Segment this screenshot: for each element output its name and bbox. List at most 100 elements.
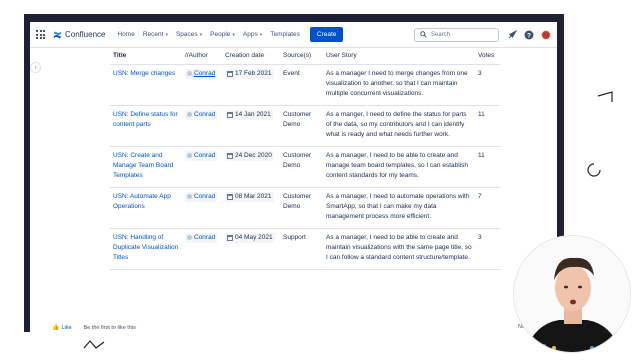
row-votes-cell: 7 xyxy=(475,187,500,229)
chevron-down-icon: ▾ xyxy=(259,31,263,38)
page-properties-table: Title //Author Creation date Source(s) U… xyxy=(110,48,500,270)
create-button[interactable]: Create xyxy=(309,27,344,42)
row-title-link[interactable]: USN: Create and Manage Team Board Templa… xyxy=(113,152,173,179)
date-text: 24 Dec 2020 xyxy=(235,151,272,159)
chevron-down-icon: ▾ xyxy=(232,31,235,38)
nav-recent[interactable]: Recent ▾ xyxy=(143,31,168,38)
row-votes-cell: 11 xyxy=(475,105,500,147)
row-source-cell: Customer Demo xyxy=(280,105,323,147)
row-author-cell: Conrad xyxy=(182,105,222,147)
nav-apps[interactable]: Apps ▾ xyxy=(243,31,262,38)
row-source-cell: Support xyxy=(280,228,323,270)
column-header-creation-date[interactable]: Creation date xyxy=(222,48,280,65)
row-title-cell: USN: Define status for content parts xyxy=(110,105,182,147)
row-story-cell: As a manger, I need to define the status… xyxy=(323,105,475,147)
date-lozenge: 14 Jan 2021 xyxy=(225,109,273,120)
author-mention[interactable]: Conrad xyxy=(185,150,218,161)
nav-spaces[interactable]: Spaces ▾ xyxy=(176,31,202,38)
nav-home-label: Home xyxy=(117,31,135,38)
row-title-link[interactable]: USN: Define status for content parts xyxy=(113,111,178,128)
date-text: 17 Feb 2021 xyxy=(235,69,272,77)
row-source-cell: Event xyxy=(280,64,323,106)
help-icon[interactable]: ? xyxy=(524,30,534,40)
author-name: Conrad xyxy=(194,151,216,159)
confluence-logo-icon xyxy=(53,30,62,39)
row-date-cell: 04 May 2021 xyxy=(222,228,280,270)
thumbs-up-icon: 👍 xyxy=(52,325,60,331)
row-date-cell: 14 Jan 2021 xyxy=(222,105,280,147)
sidebar-expand-button[interactable]: › xyxy=(30,62,41,73)
row-source-cell: Customer Demo xyxy=(280,187,323,229)
nav-recent-label: Recent xyxy=(142,31,164,38)
row-title-link[interactable]: USN: Handling of Duplicate Visualization… xyxy=(113,234,178,261)
author-name: Conrad xyxy=(194,233,216,241)
table-row: USN: Handling of Duplicate Visualization… xyxy=(110,228,500,270)
avatar[interactable] xyxy=(541,29,551,40)
row-title-cell: USN: Handling of Duplicate Visualization… xyxy=(110,228,182,270)
row-story-cell: As a manager, I need to be able to creat… xyxy=(323,146,475,188)
author-mention[interactable]: Conrad xyxy=(185,232,218,243)
row-date-cell: 08 Mar 2021 xyxy=(222,187,280,229)
row-title-link[interactable]: USN: Automate App Operations xyxy=(113,193,171,210)
column-header-sources[interactable]: Source(s) xyxy=(280,48,323,65)
author-name: Conrad xyxy=(194,69,216,77)
row-story-cell: As a manager, I need to automate operati… xyxy=(323,187,475,229)
row-date-cell: 24 Dec 2020 xyxy=(222,146,280,188)
calendar-icon xyxy=(227,152,233,159)
author-name: Conrad xyxy=(194,110,216,118)
row-votes-cell: 3 xyxy=(475,64,500,106)
author-mention[interactable]: Conrad xyxy=(185,109,218,120)
presenter-illustration xyxy=(514,236,630,352)
user-icon xyxy=(187,235,192,240)
top-navigation: Confluence Home Recent ▾ Spaces ▾ People ▾ … xyxy=(30,22,557,48)
table-row: USN: Define status for content parts Con… xyxy=(110,105,500,147)
row-source-cell: Customer Demo xyxy=(280,146,323,188)
date-text: 04 May 2021 xyxy=(235,233,273,241)
row-title-cell: USN: Automate App Operations xyxy=(110,187,182,229)
column-header-votes[interactable]: Votes xyxy=(475,48,500,65)
nav-templates-label: Templates xyxy=(270,31,300,38)
svg-text:?: ? xyxy=(527,32,531,39)
row-author-cell: Conrad xyxy=(182,228,222,270)
user-icon xyxy=(187,194,192,199)
chevron-down-icon: ▾ xyxy=(165,31,168,38)
nav-home[interactable]: Home xyxy=(117,31,134,38)
column-header-user-story[interactable]: User Story xyxy=(323,48,475,65)
like-label: Like xyxy=(61,324,72,331)
column-header-author[interactable]: //Author xyxy=(182,48,222,65)
user-icon xyxy=(187,71,192,76)
table-header-row: Title //Author Creation date Source(s) U… xyxy=(110,48,500,65)
author-mention[interactable]: Conrad xyxy=(185,68,218,79)
row-author-cell: Conrad xyxy=(182,64,222,106)
user-icon xyxy=(187,153,192,158)
decorative-corner-mark xyxy=(597,91,613,102)
row-title-cell: USN: Merge changes xyxy=(110,64,182,106)
date-text: 08 Mar 2021 xyxy=(235,192,272,200)
decorative-circle-mark xyxy=(587,163,601,177)
confluence-logo[interactable]: Confluence xyxy=(53,30,105,39)
table-row: USN: Create and Manage Team Board Templa… xyxy=(110,146,500,188)
column-header-title[interactable]: Title xyxy=(110,48,182,65)
app-switcher-icon[interactable] xyxy=(36,30,45,39)
row-title-link[interactable]: USN: Merge changes xyxy=(113,70,175,77)
calendar-icon xyxy=(227,234,233,241)
date-lozenge: 17 Feb 2021 xyxy=(225,68,274,79)
nav-people[interactable]: People ▾ xyxy=(210,31,235,38)
row-story-cell: As a manager, I need to be able to creat… xyxy=(323,228,475,270)
row-story-cell: As a manager I need to merge changes fro… xyxy=(323,64,475,106)
search-input[interactable]: Search xyxy=(414,27,499,42)
row-date-cell: 17 Feb 2021 xyxy=(222,64,280,106)
notifications-icon[interactable] xyxy=(507,30,517,40)
like-button[interactable]: 👍 Like xyxy=(52,324,72,332)
nav-people-label: People xyxy=(210,31,231,38)
table-row: USN: Merge changes Conrad 17 Feb 2021 Ev… xyxy=(110,64,500,106)
row-author-cell: Conrad xyxy=(182,187,222,229)
presenter-webcam xyxy=(513,235,631,353)
be-first-text: Be the first to like this xyxy=(83,324,136,331)
nav-templates[interactable]: Templates xyxy=(270,31,300,38)
search-placeholder: Search xyxy=(431,31,451,38)
author-mention[interactable]: Conrad xyxy=(185,191,218,202)
user-icon xyxy=(187,112,192,117)
calendar-icon xyxy=(227,111,233,118)
chevron-down-icon: ▾ xyxy=(199,31,203,38)
